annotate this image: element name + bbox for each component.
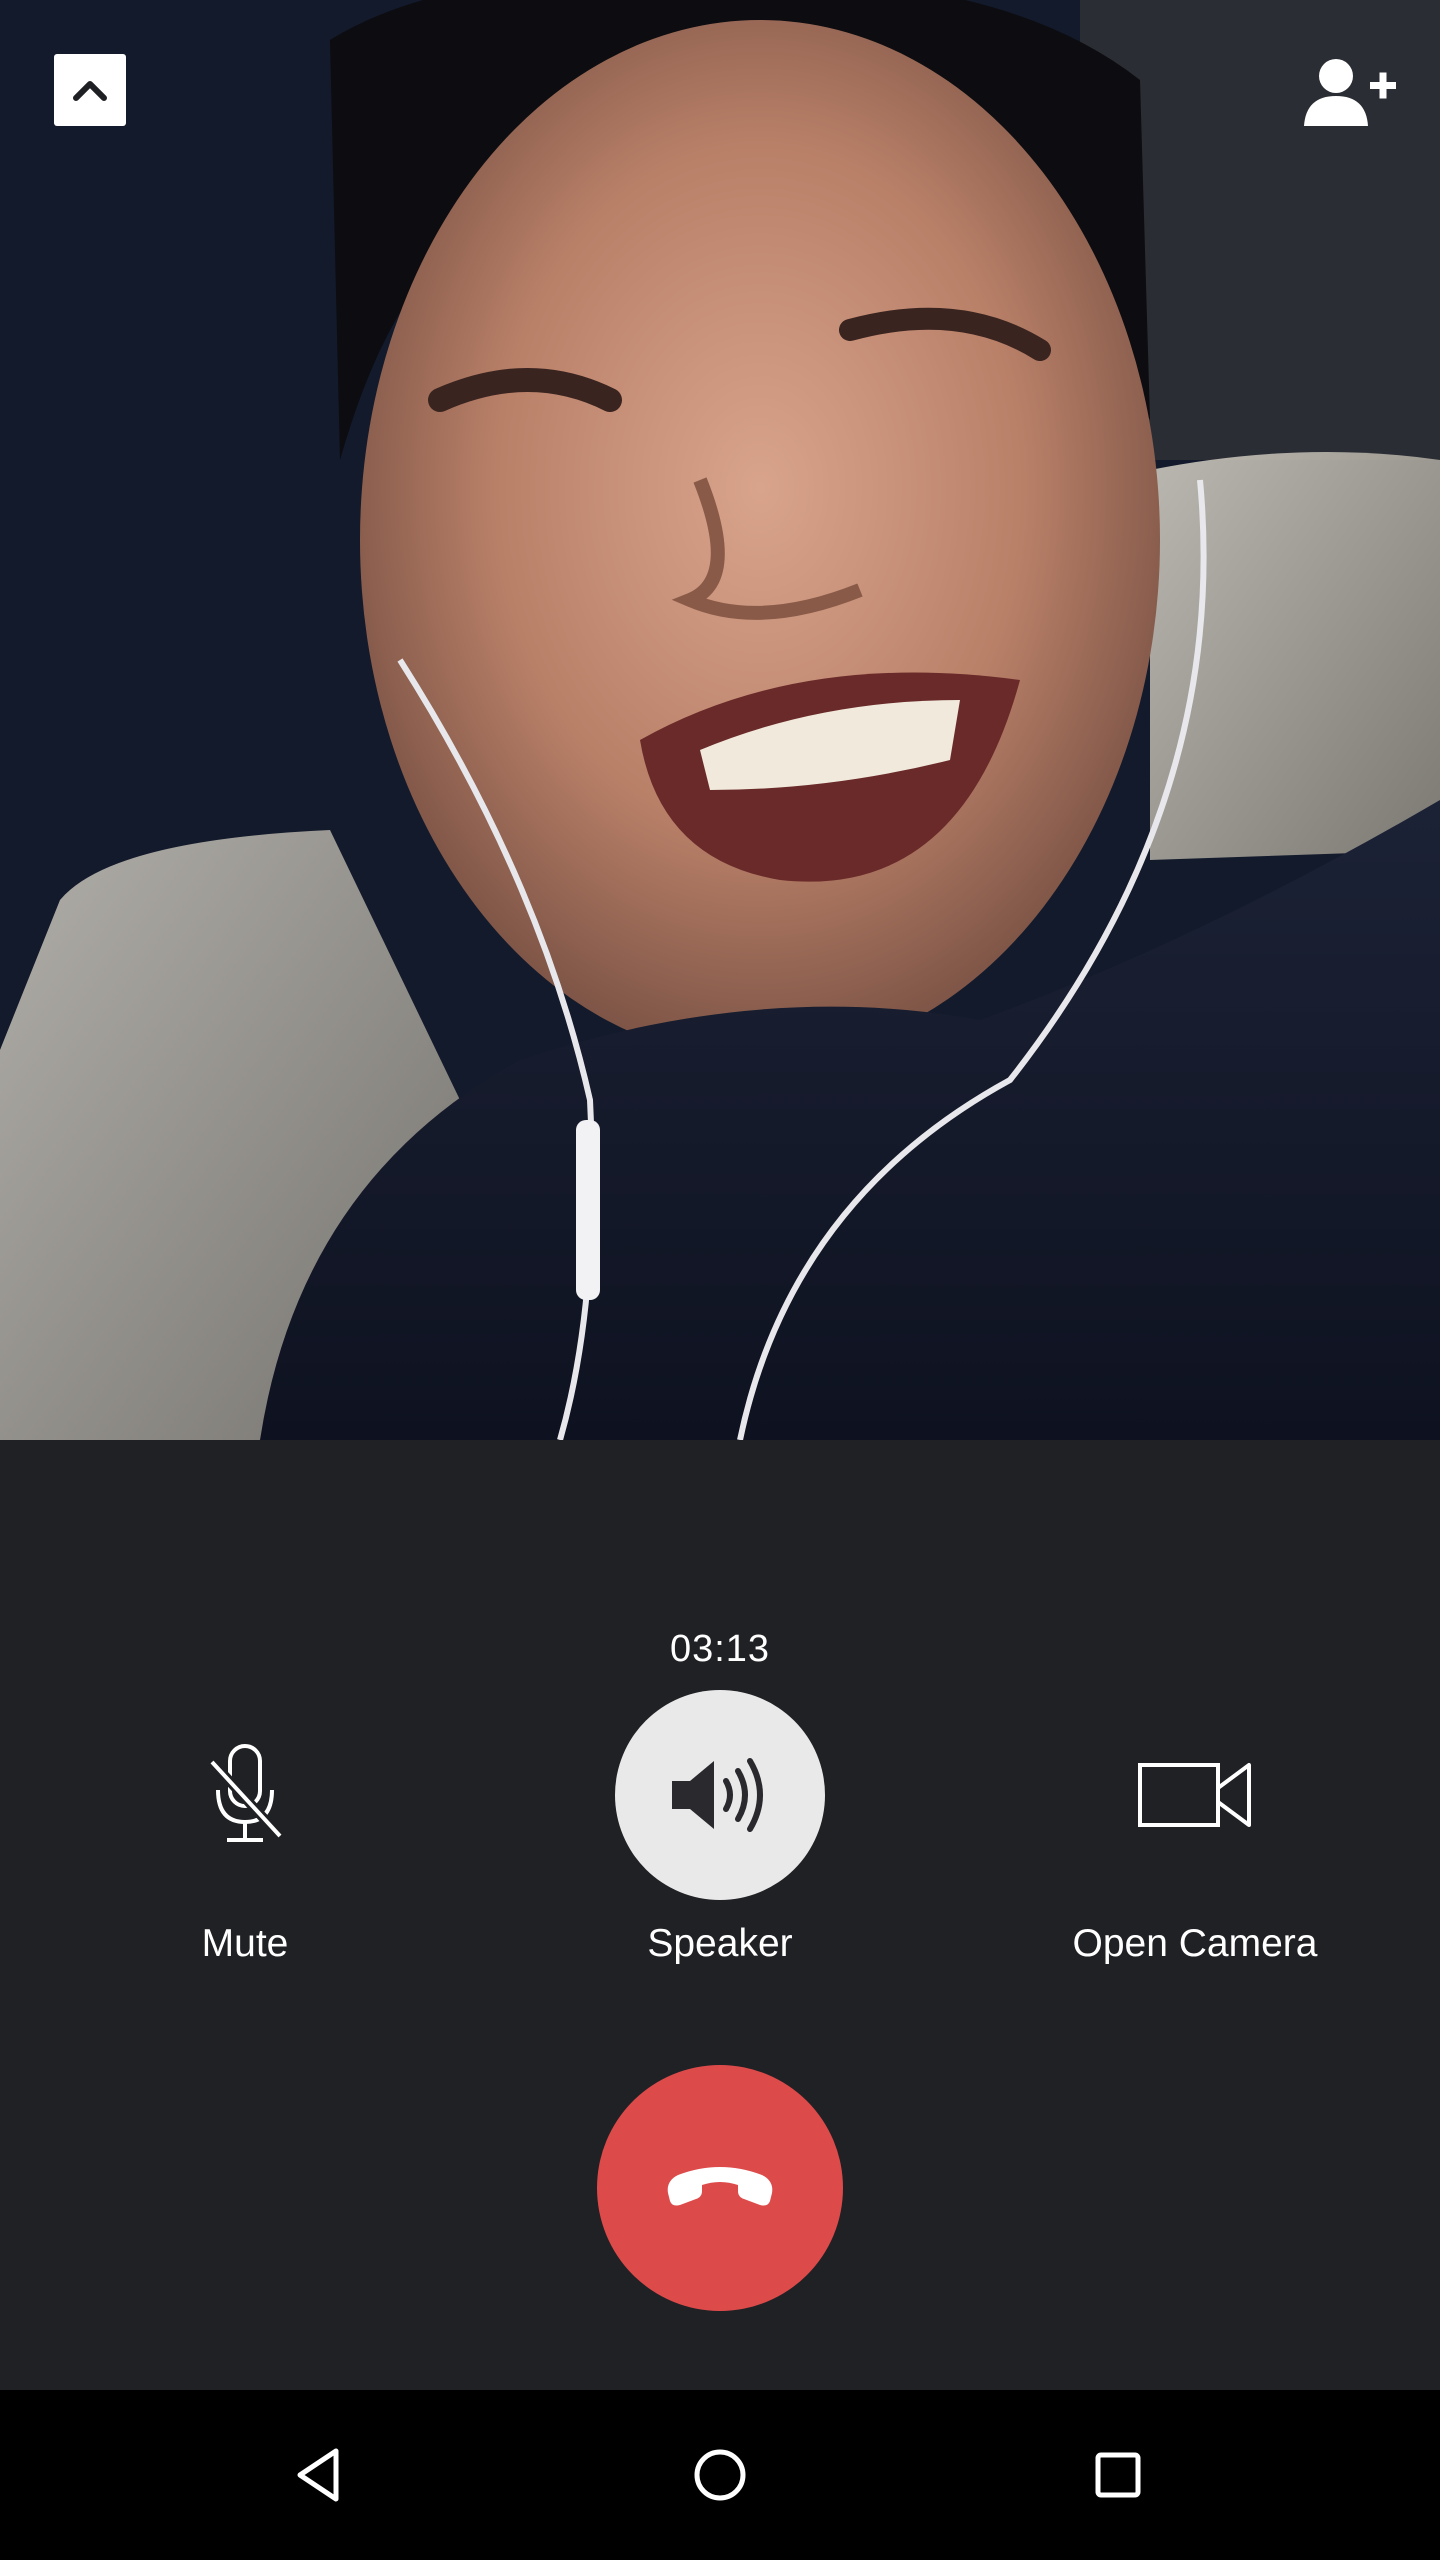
end-call-button[interactable] (597, 2065, 843, 2311)
nav-recent-apps-button[interactable] (1068, 2425, 1168, 2525)
call-duration: 03:13 (669, 1628, 771, 1670)
nav-back-button[interactable] (270, 2425, 370, 2525)
back-triangle-icon (297, 2448, 339, 2502)
camera-icon-wrap (1090, 1690, 1300, 1900)
speaker-label: Speaker (647, 1922, 793, 1965)
mic-off-icon (208, 1744, 284, 1842)
call-controls-panel: 03:13 Mute Speaker Open Camera (0, 1440, 1440, 2390)
mute-button[interactable]: Mute (35, 1690, 455, 1966)
video-camera-icon (1138, 1763, 1251, 1827)
collapse-button[interactable] (54, 54, 126, 126)
mute-icon-wrap (140, 1690, 350, 1900)
speaker-button[interactable]: Speaker (510, 1690, 930, 1966)
speaker-icon-wrap (615, 1690, 825, 1900)
open-camera-label: Open Camera (1072, 1922, 1318, 1965)
home-circle-icon (694, 2449, 746, 2501)
recent-square-icon (1095, 2452, 1141, 2498)
mute-label: Mute (201, 1922, 289, 1965)
add-participant-button[interactable] (1300, 52, 1400, 132)
nav-home-button[interactable] (670, 2425, 770, 2525)
remote-video-feed (0, 0, 1440, 1440)
chevron-up-icon (73, 81, 107, 101)
open-camera-button[interactable]: Open Camera (985, 1690, 1405, 1966)
remote-video (0, 0, 1440, 1440)
speaker-volume-icon (672, 1758, 763, 1832)
system-navigation-bar (0, 2390, 1440, 2560)
add-person-icon (1304, 59, 1396, 126)
phone-hangup-icon (667, 2167, 773, 2206)
video-call-screen: 03:13 Mute Speaker Open Camera (0, 0, 1440, 2560)
